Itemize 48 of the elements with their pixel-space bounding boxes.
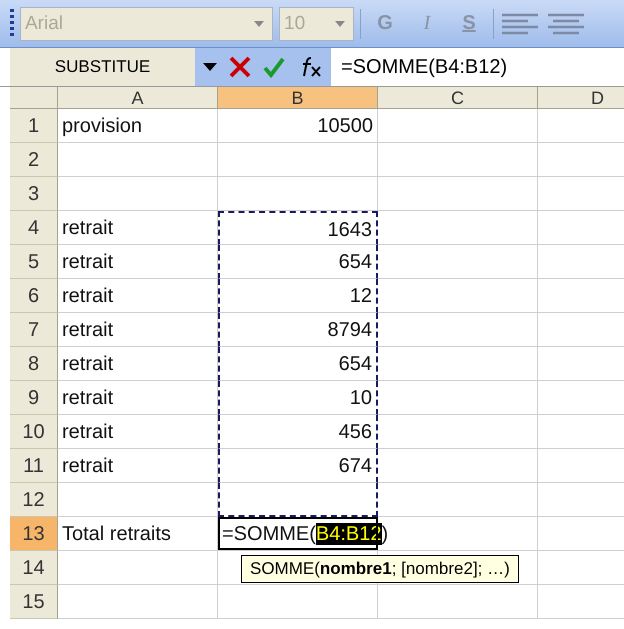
toolbar-grip[interactable] — [10, 8, 14, 38]
table-cell: retrait — [58, 279, 218, 313]
row-header[interactable]: 6 — [10, 279, 58, 313]
row-header[interactable]: 7 — [10, 313, 58, 347]
align-center-icon[interactable] — [546, 12, 586, 36]
row-header[interactable]: 1 — [10, 109, 58, 143]
row-header[interactable]: 5 — [10, 245, 58, 279]
table-cell: provision — [58, 109, 218, 143]
row-header[interactable]: 4 — [10, 211, 58, 245]
check-icon[interactable] — [263, 56, 285, 78]
cancel-icon[interactable] — [229, 56, 251, 78]
table-cell: 456 — [218, 415, 378, 449]
row-header[interactable]: 8 — [10, 347, 58, 381]
table-cell: 10 — [218, 381, 378, 415]
row-header[interactable]: 10 — [10, 415, 58, 449]
table-cell: Total retraits — [58, 517, 218, 551]
row-header[interactable]: 9 — [10, 381, 58, 415]
table-cell: retrait — [58, 381, 218, 415]
name-box[interactable]: SUBSTITUE — [10, 48, 195, 86]
row-header[interactable]: 3 — [10, 177, 58, 211]
table-cell: 654 — [218, 245, 378, 279]
table-cell: retrait — [58, 347, 218, 381]
function-tooltip: SOMME(nombre1; [nombre2]; …) — [241, 555, 519, 583]
column-header[interactable]: D — [538, 87, 624, 109]
column-header[interactable]: A — [58, 87, 218, 109]
table-cell: 8794 — [218, 313, 378, 347]
row-header[interactable]: 13 — [10, 517, 58, 551]
formula-text[interactable]: =SOMME(B4:B12) — [331, 56, 508, 78]
row-header[interactable]: 15 — [10, 585, 58, 619]
row-header[interactable]: 14 — [10, 551, 58, 585]
select-all-corner[interactable] — [10, 87, 58, 109]
table-cell: 10500 — [218, 109, 378, 143]
column-header[interactable]: B — [218, 87, 378, 109]
align-left-icon[interactable] — [500, 12, 540, 36]
table-cell: 674 — [218, 449, 378, 483]
dropdown-arrow-icon[interactable] — [203, 63, 217, 71]
table-cell: 1643 — [218, 211, 378, 245]
table-cell: retrait — [58, 313, 218, 347]
table-cell: retrait — [58, 415, 218, 449]
table-cell: retrait — [58, 245, 218, 279]
row-header[interactable]: 11 — [10, 449, 58, 483]
table-cell: 654 — [218, 347, 378, 381]
table-cell: retrait — [58, 211, 218, 245]
table-cell: retrait — [58, 449, 218, 483]
row-header[interactable]: 2 — [10, 143, 58, 177]
row-header[interactable]: 12 — [10, 483, 58, 517]
table-cell: 12 — [218, 279, 378, 313]
column-header[interactable]: C — [378, 87, 538, 109]
